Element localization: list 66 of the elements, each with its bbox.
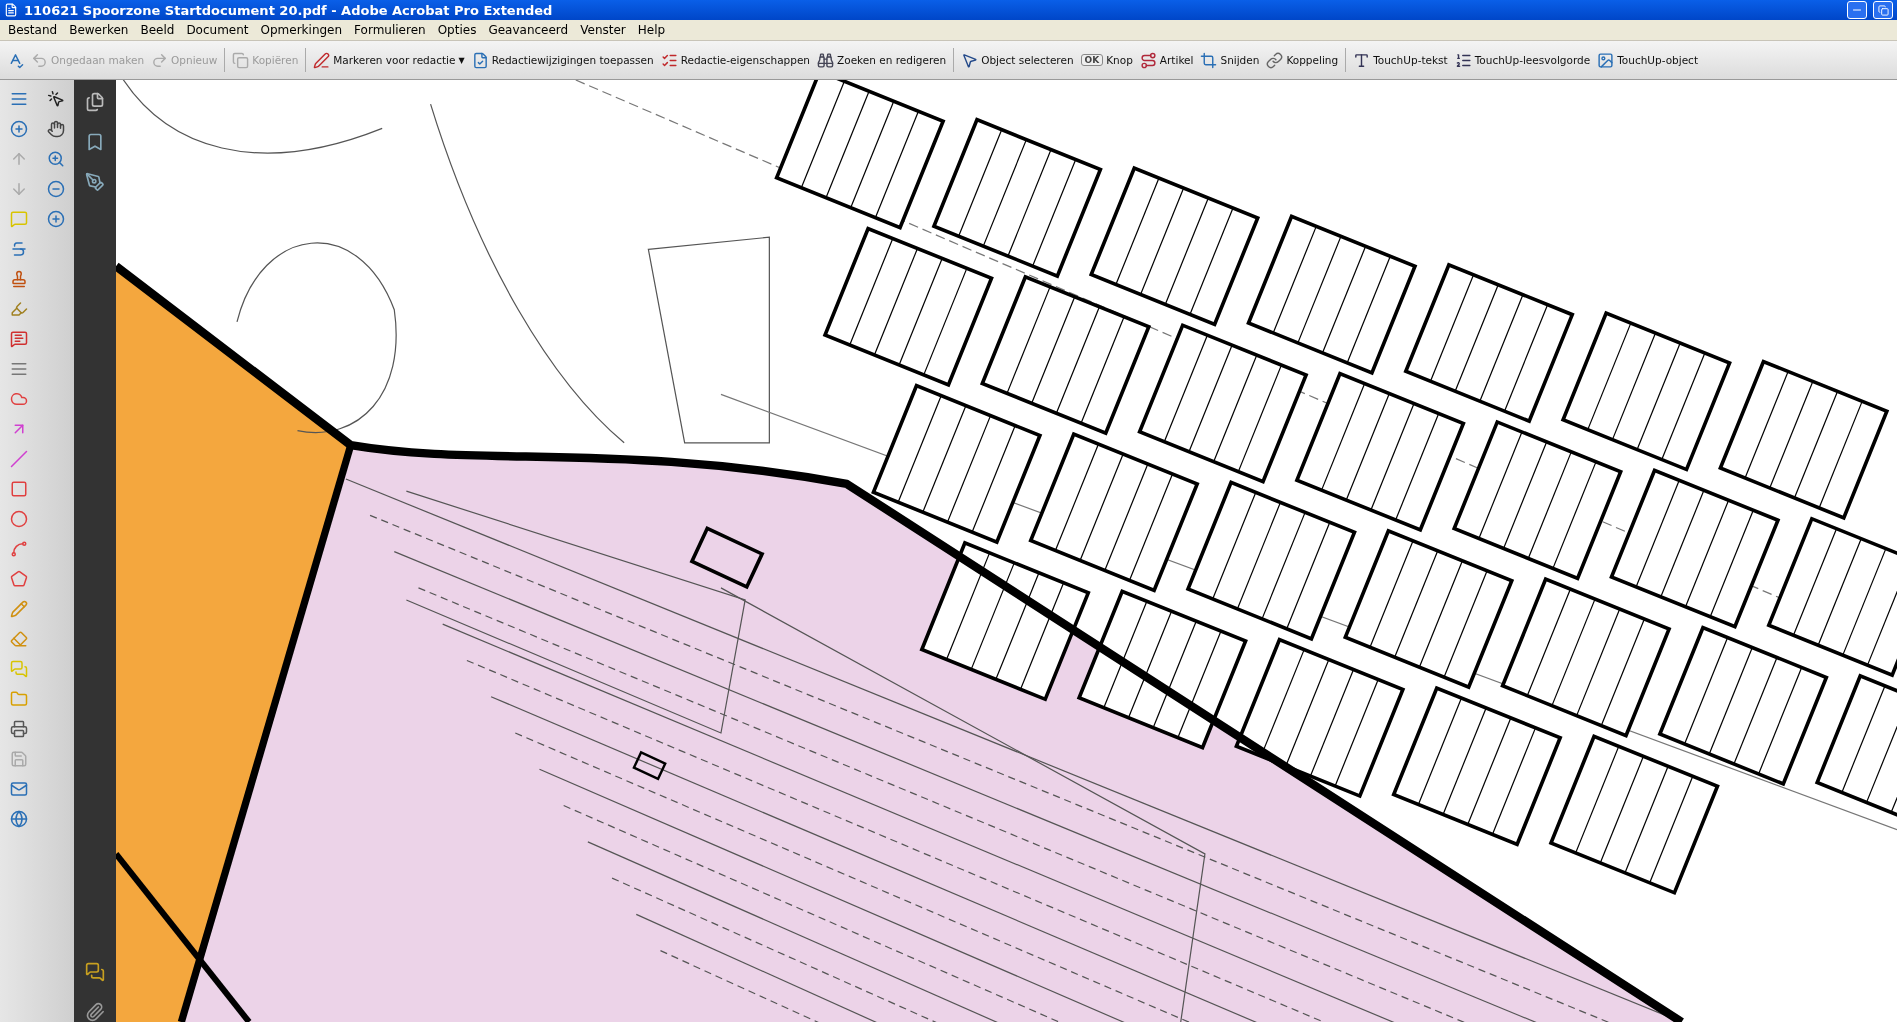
pdf-icon (4, 3, 18, 17)
stamp-icon[interactable] (9, 270, 28, 288)
toolbar-button[interactable]: TouchUp-object (1594, 49, 1701, 71)
link-icon (1266, 51, 1284, 69)
crop-icon (1200, 51, 1218, 69)
toolbar-button[interactable]: Zoeken en redigeren (814, 49, 950, 71)
toolbar-button[interactable]: Snijden (1197, 49, 1263, 71)
menu-item[interactable]: Venster (574, 23, 632, 37)
paperclip-icon[interactable] (85, 1002, 105, 1022)
menu-item[interactable]: Bewerken (63, 23, 135, 37)
toolbar-button[interactable]: Redactie-eigenschappen (657, 49, 813, 71)
select-cursor-icon[interactable] (46, 90, 65, 108)
rectangle-icon[interactable] (9, 480, 28, 498)
pen-icon (313, 51, 331, 69)
line-icon[interactable] (9, 450, 28, 468)
cloud-icon[interactable] (9, 390, 28, 408)
callout-icon[interactable] (9, 330, 28, 348)
menu-item[interactable]: Opmerkingen (254, 23, 349, 37)
pencil-icon[interactable] (9, 600, 28, 618)
signature-icon[interactable] (85, 172, 105, 192)
binoculars-icon (817, 51, 834, 69)
polyline-icon[interactable] (9, 540, 28, 558)
menu-item[interactable]: Opties (431, 23, 483, 37)
globe-icon[interactable] (9, 810, 28, 828)
pages-icon[interactable] (85, 92, 105, 112)
restore-icon (1877, 4, 1889, 16)
window-title: 110621 Spoorzone Startdocument 20.pdf - Adobe Acrobat Pro Extended (24, 2, 554, 18)
menu-item[interactable]: Beeld (134, 23, 181, 37)
restore-button[interactable] (1873, 1, 1893, 19)
menu-item[interactable]: Bestand (2, 23, 64, 37)
mail-icon[interactable] (9, 780, 28, 798)
menu-item[interactable]: Geavanceerd (482, 23, 575, 37)
zoom-out-icon[interactable] (46, 180, 65, 198)
toolbar-button[interactable]: Object selecteren (958, 49, 1077, 71)
document-check-icon (471, 51, 489, 69)
eraser-icon[interactable] (9, 630, 28, 648)
text-box-icon[interactable] (9, 360, 28, 378)
menu-item[interactable]: Formulieren (348, 23, 432, 37)
hand-icon[interactable] (46, 120, 65, 138)
toolbar-button[interactable]: TouchUp-tekst (1350, 49, 1451, 71)
redo-icon (151, 51, 169, 69)
toolbar-button[interactable]: Markeren voor redactie ▼ (310, 49, 468, 71)
comments-icon[interactable] (85, 962, 105, 982)
copy-icon (232, 51, 250, 69)
numbered-list-icon (1454, 51, 1472, 69)
image-icon (1597, 51, 1615, 69)
printer-icon[interactable] (9, 720, 28, 738)
text-icon (1353, 51, 1371, 69)
zoom-in-icon[interactable] (46, 210, 65, 228)
zoom-icon[interactable] (46, 150, 65, 168)
toolbar-button[interactable]: OK Knop (1077, 52, 1136, 68)
toolbar-button[interactable]: Redactiewijzigingen toepassen (468, 49, 657, 71)
ok-icon: OK (1080, 54, 1104, 66)
undo-icon (31, 51, 48, 69)
pentagon-icon[interactable] (9, 570, 28, 588)
ellipse-icon[interactable] (9, 510, 28, 528)
toolbar-button[interactable]: TouchUp-leesvolgorde (1451, 49, 1594, 71)
menu-item[interactable]: Help (631, 23, 672, 37)
highlighter-icon[interactable] (9, 300, 28, 318)
toolbar-button[interactable]: Artikel (1136, 49, 1197, 71)
minimize-button[interactable] (1847, 1, 1867, 19)
menu-item[interactable]: Document (180, 23, 255, 37)
pointer-icon (961, 51, 979, 69)
toolbar-button[interactable]: Koppeling (1263, 49, 1342, 71)
caret-icon: ▼ (458, 55, 465, 65)
bookmark-icon[interactable] (85, 132, 105, 152)
